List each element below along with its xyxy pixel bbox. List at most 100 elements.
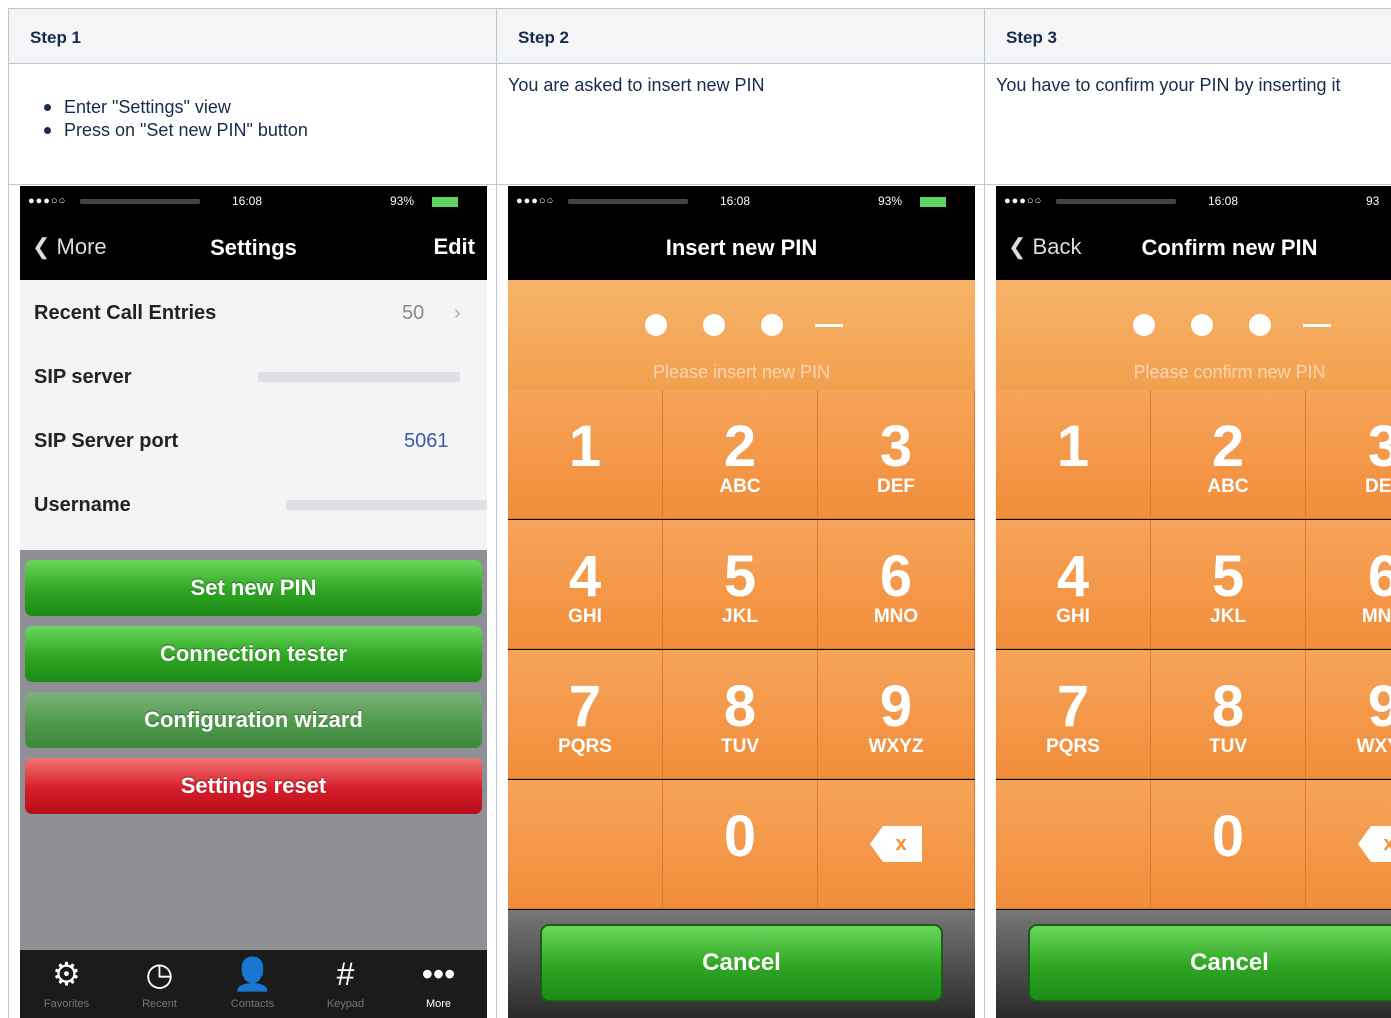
key-digit: 4 bbox=[1056, 544, 1090, 609]
key-digit: 5 bbox=[723, 544, 757, 609]
key-letters: ABC bbox=[1207, 476, 1249, 497]
ellipsis-icon: ••• bbox=[421, 956, 456, 992]
row-recent-call-entries[interactable]: Recent Call Entries 50 › bbox=[20, 280, 487, 344]
key-letters: PQRS bbox=[1046, 736, 1100, 757]
key-letters: PQRS bbox=[558, 736, 612, 757]
step-3-title: Step 3 bbox=[1006, 28, 1058, 47]
cancel-button[interactable]: Cancel bbox=[540, 924, 943, 1002]
insert-pin-screen: ●●●○○ 16:08 93% Insert new PIN Please in… bbox=[508, 186, 975, 1018]
battery-percent: 93% bbox=[878, 194, 903, 208]
key-8[interactable]: 8 TUV bbox=[1151, 650, 1306, 779]
step-1-screenshot-cell: ●●●○○ 16:08 93% ❮ More Settings Edit Rec… bbox=[8, 185, 496, 1018]
key-empty bbox=[996, 780, 1151, 909]
key-9[interactable]: 9WXYZ bbox=[818, 650, 975, 779]
key-letters: TUV bbox=[1209, 736, 1247, 757]
tab-label: Keypad bbox=[326, 998, 365, 1010]
key-letters: ABC bbox=[719, 476, 761, 497]
key-letters: MNO bbox=[1361, 606, 1391, 627]
tab-keypad[interactable]: # Keypad bbox=[299, 950, 392, 1018]
key-letters: GHI bbox=[1056, 606, 1090, 627]
row-label: SIP server bbox=[34, 366, 132, 388]
key-digit: 0 bbox=[1211, 804, 1245, 869]
pin-dot-filled bbox=[1248, 314, 1271, 336]
cancel-area: Cancel bbox=[508, 910, 975, 1018]
tab-more[interactable]: ••• More bbox=[392, 950, 485, 1018]
key-3[interactable]: 3DEF bbox=[818, 390, 975, 519]
backspace-icon: x bbox=[1358, 826, 1391, 862]
battery-icon bbox=[920, 197, 946, 207]
status-time: 16:08 bbox=[1208, 194, 1239, 208]
step-2-screenshot-cell: ●●●○○ 16:08 93% Insert new PIN Please in… bbox=[496, 185, 984, 1018]
sip-server-value-blurred bbox=[258, 372, 460, 382]
row-username[interactable]: Username bbox=[20, 472, 487, 536]
signal-icon: ●●●○○ bbox=[1004, 195, 1043, 207]
edit-button[interactable]: Edit bbox=[433, 234, 475, 260]
settings-reset-button[interactable]: Settings reset bbox=[25, 758, 482, 814]
cancel-button[interactable]: Cancel bbox=[1028, 924, 1391, 1002]
tab-label: Favorites bbox=[43, 998, 90, 1010]
tab-contacts[interactable]: 👤 Contacts bbox=[206, 950, 299, 1018]
key-2[interactable]: 2 ABC bbox=[663, 390, 818, 519]
nav-title: Confirm new PIN bbox=[1141, 235, 1318, 260]
configuration-wizard-button[interactable]: Configuration wizard bbox=[25, 692, 482, 748]
step-3-column: Step 3 You have to confirm your PIN by i… bbox=[984, 8, 1391, 1018]
step-2-description: You are asked to insert new PIN bbox=[496, 64, 984, 185]
key-digit: 9 bbox=[1367, 674, 1391, 739]
step-1-header: Step 1 bbox=[8, 8, 496, 64]
key-7[interactable]: 7 PQRS bbox=[996, 650, 1151, 779]
set-new-pin-button[interactable]: Set new PIN bbox=[25, 560, 482, 616]
key-8[interactable]: 8 TUV bbox=[663, 650, 818, 779]
chevron-right-icon: › bbox=[454, 302, 461, 324]
key-letters: TUV bbox=[721, 736, 759, 757]
nav-title: Insert new PIN bbox=[665, 235, 818, 260]
step-1-description: Enter "Settings" view Press on "Set new … bbox=[8, 64, 496, 185]
key-1[interactable]: 1 bbox=[508, 390, 663, 519]
row-label: Recent Call Entries bbox=[34, 302, 217, 324]
key-letters: JKL bbox=[722, 606, 758, 627]
tab-label: Recent bbox=[142, 998, 177, 1010]
key-4[interactable]: 4 GHI bbox=[996, 520, 1151, 649]
key-7[interactable]: 7 PQRS bbox=[508, 650, 663, 779]
key-5[interactable]: 5 JKL bbox=[1151, 520, 1306, 649]
key-6[interactable]: 6MNO bbox=[818, 520, 975, 649]
step-1-title: Step 1 bbox=[30, 28, 82, 47]
key-empty bbox=[508, 780, 663, 909]
key-2[interactable]: 2 ABC bbox=[1151, 390, 1306, 519]
key-letters: JKL bbox=[1210, 606, 1246, 627]
pin-dots bbox=[508, 314, 975, 336]
step-2-header: Step 2 bbox=[496, 8, 984, 64]
connection-tester-button[interactable]: Connection tester bbox=[25, 626, 482, 682]
key-9[interactable]: 9WXYZ bbox=[1306, 650, 1391, 779]
key-4[interactable]: 4 GHI bbox=[508, 520, 663, 649]
delete-key[interactable]: x bbox=[818, 780, 975, 909]
key-letters: GHI bbox=[568, 606, 602, 627]
status-bar: ●●●○○ 16:08 93% bbox=[508, 186, 975, 218]
key-letters: MNO bbox=[873, 606, 919, 627]
hash-icon: # bbox=[336, 956, 355, 992]
pin-dots bbox=[996, 314, 1391, 336]
tab-favorites[interactable]: ⚙ Favorites bbox=[20, 950, 113, 1018]
row-sip-server-port[interactable]: SIP Server port 5061 bbox=[20, 408, 487, 472]
key-letters: DEF bbox=[1365, 476, 1391, 497]
delete-key[interactable]: x bbox=[1306, 780, 1391, 909]
key-digit: 4 bbox=[568, 544, 602, 609]
tab-bar: ⚙ Favorites ◷ Recent 👤 Contacts # Keypad •••… bbox=[20, 950, 487, 1018]
key-0[interactable]: 0 bbox=[1151, 780, 1306, 909]
pin-entry-display: Please insert new PIN bbox=[508, 280, 975, 390]
username-value-blurred bbox=[286, 500, 487, 510]
tab-recent[interactable]: ◷ Recent bbox=[113, 950, 206, 1018]
key-digit: 5 bbox=[1211, 544, 1245, 609]
carrier-name-blurred bbox=[80, 199, 200, 204]
key-digit: 3 bbox=[879, 414, 913, 479]
key-1[interactable]: 1 bbox=[996, 390, 1151, 519]
key-digit: 6 bbox=[879, 544, 913, 609]
key-3[interactable]: 3DEF bbox=[1306, 390, 1391, 519]
backspace-icon: x bbox=[870, 826, 922, 862]
key-0[interactable]: 0 bbox=[663, 780, 818, 909]
row-sip-server[interactable]: SIP server bbox=[20, 344, 487, 408]
step-3-text: You have to confirm your PIN by insertin… bbox=[996, 75, 1341, 95]
key-6[interactable]: 6MNO bbox=[1306, 520, 1391, 649]
instruction-item: Enter "Settings" view bbox=[44, 96, 308, 119]
key-letters: WXYZ bbox=[1356, 736, 1391, 757]
key-5[interactable]: 5 JKL bbox=[663, 520, 818, 649]
